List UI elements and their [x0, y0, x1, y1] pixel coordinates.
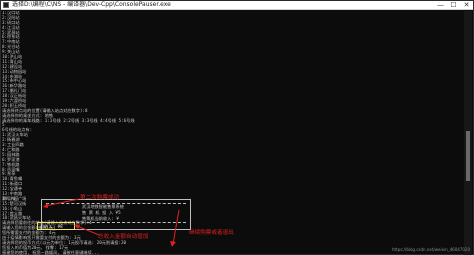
annotation-second-purchase: 第二次购票成功 — [80, 195, 120, 201]
ticket-counter: 票号:07 — [2, 196, 18, 201]
title-bar[interactable]: 选择D:\编程\C\NS - 编译器\Dev-Cpp\ConsolePauser… — [1, 1, 473, 10]
console-app-icon — [3, 2, 9, 8]
maximize-button[interactable]: ☐ — [447, 1, 460, 10]
arrow-exit-hint — [170, 209, 180, 247]
total-income-label: 总收入: ¥8 — [40, 224, 63, 229]
watermark: https://blog.csdn.net/weixin_46047020 — [391, 247, 470, 252]
total-income-value: 8 — [60, 224, 63, 229]
scroll-thumb[interactable] — [466, 131, 470, 181]
annotation-exit-hint: 继续购票或者退出 — [189, 230, 234, 236]
minimize-button[interactable]: — — [434, 1, 447, 10]
vertical-scrollbar[interactable] — [464, 11, 472, 255]
window-controls: — ☐ ✕ — [434, 1, 473, 10]
console-window: 选择D:\编程\C\NS - 编译器\Dev-Cpp\ConsolePauser… — [0, 0, 474, 255]
window-title: 选择D:\编程\C\NS - 编译器\Dev-Cpp\ConsolePauser… — [12, 1, 171, 8]
arrow-income-added — [74, 225, 100, 236]
close-button[interactable]: ✕ — [460, 1, 473, 10]
arrow-second-purchase — [43, 198, 80, 208]
annotation-income-added: 总收入金额自动增加 — [98, 234, 149, 240]
